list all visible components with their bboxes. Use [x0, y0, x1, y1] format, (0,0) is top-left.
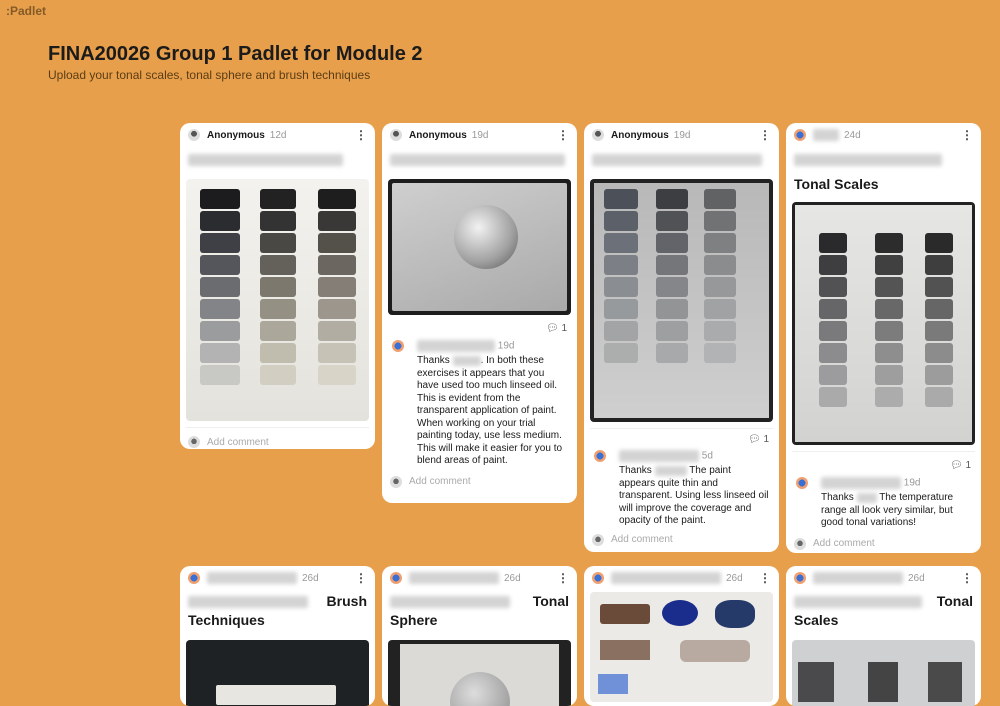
add-comment-input[interactable]: Add comment — [786, 530, 981, 553]
post-card[interactable]: 26d ⋮ Tonal Sphere — [382, 566, 577, 706]
comment-text: . In both these exercises it appears tha… — [417, 355, 563, 467]
add-comment-label: Add comment — [409, 476, 471, 488]
comment-icon: 💬︎ — [747, 434, 761, 445]
anonymous-avatar-icon — [188, 129, 200, 141]
post-time: 26d — [302, 572, 319, 584]
user-avatar-icon — [390, 475, 402, 488]
post-image[interactable] — [792, 640, 975, 706]
more-options-icon[interactable]: ⋮ — [759, 128, 771, 142]
add-comment-input[interactable]: Add comment — [584, 528, 779, 552]
comment-time: 19d — [903, 477, 921, 489]
user-avatar-icon — [592, 533, 604, 546]
author-avatar-icon — [390, 572, 402, 584]
comment-text-pre: Thanks — [821, 492, 854, 504]
more-options-icon[interactable]: ⋮ — [355, 571, 367, 585]
more-options-icon[interactable]: ⋮ — [557, 571, 569, 585]
comment-icon: 💬︎ — [545, 323, 559, 334]
comment-count[interactable]: 💬︎ 1 — [786, 452, 981, 475]
post-card[interactable]: 24d ⋮ Tonal Scales 💬︎ 1 19d Thanks The tem… — [786, 123, 981, 553]
padlet-logo[interactable]: :Padlet — [6, 4, 46, 18]
post-time: 12d — [269, 129, 287, 141]
user-avatar-icon — [794, 537, 806, 550]
board-title: FINA20026 Group 1 Padlet for Module 2 — [48, 43, 423, 65]
comment-text-pre: Thanks — [417, 355, 450, 367]
post-image[interactable] — [388, 640, 571, 706]
post-author: Anonymous — [409, 129, 467, 141]
post-image[interactable] — [388, 179, 571, 315]
board-subtitle: Upload your tonal scales, tonal sphere a… — [48, 68, 371, 82]
post-card[interactable]: 26d ⋮ — [584, 566, 779, 706]
more-options-icon[interactable]: ⋮ — [355, 128, 367, 142]
post-card[interactable]: Anonymous 19d ⋮ 💬︎ 1 5d Thanks The paint ap… — [584, 123, 779, 552]
post-image[interactable] — [186, 640, 369, 706]
post-card[interactable]: Anonymous 12d ⋮ Add comment — [180, 123, 375, 449]
comment-icon: 💬︎ — [949, 460, 963, 471]
comment: 19d Thanks The temperature range all look… — [786, 475, 981, 530]
add-comment-input[interactable]: Add comment — [180, 428, 375, 449]
post-image[interactable] — [590, 592, 773, 702]
post-time: 26d — [504, 572, 521, 584]
comment-count[interactable]: 💬︎ 1 — [382, 315, 577, 338]
user-avatar-icon — [188, 436, 200, 448]
commenter-avatar-icon — [796, 477, 808, 489]
anonymous-avatar-icon — [390, 129, 402, 141]
post-time: 24d — [844, 129, 861, 141]
comment-count[interactable]: 💬︎ 1 — [584, 429, 779, 448]
comment: 19d Thanks . In both these exercises it a… — [382, 338, 577, 468]
commenter-avatar-icon — [392, 340, 404, 352]
post-card[interactable]: 26d ⋮ Brush Techniques — [180, 566, 375, 706]
comment-time: 5d — [701, 450, 713, 462]
post-title-part: Tonal — [532, 593, 569, 609]
anonymous-avatar-icon — [592, 129, 604, 141]
post-time: 26d — [726, 572, 743, 584]
post-title-part: Scales — [794, 612, 839, 628]
comment-count-value: 1 — [561, 323, 567, 334]
author-avatar-icon — [188, 572, 200, 584]
post-author: Anonymous — [611, 129, 669, 141]
post-image[interactable] — [186, 179, 369, 421]
post-card[interactable]: Anonymous 19d ⋮ 💬︎ 1 19d Thanks . In both t… — [382, 123, 577, 503]
comment-time: 19d — [497, 340, 515, 352]
post-title-part: Sphere — [390, 612, 438, 628]
post-card[interactable]: 26d ⋮ Tonal Scales — [786, 566, 981, 706]
add-comment-label: Add comment — [813, 538, 875, 550]
author-avatar-icon — [592, 572, 604, 584]
post-title: Tonal Scales — [786, 590, 981, 632]
more-options-icon[interactable]: ⋮ — [961, 571, 973, 585]
post-time: 19d — [673, 129, 691, 141]
add-comment-label: Add comment — [611, 534, 673, 546]
comment-text-pre: Thanks — [619, 465, 652, 477]
comment-count-value: 1 — [763, 434, 769, 445]
post-time: 26d — [908, 572, 925, 584]
comment-count-value: 1 — [965, 460, 971, 471]
post-title: Brush Techniques — [180, 590, 375, 632]
post-title: Tonal Scales — [794, 176, 879, 192]
post-title-part: Tonal — [936, 593, 973, 609]
commenter-avatar-icon — [594, 450, 606, 462]
more-options-icon[interactable]: ⋮ — [759, 571, 771, 585]
add-comment-label: Add comment — [207, 436, 269, 448]
post-image[interactable] — [590, 179, 773, 422]
comment: 5d Thanks The paint appears quite thin an… — [584, 448, 779, 528]
more-options-icon[interactable]: ⋮ — [557, 128, 569, 142]
add-comment-input[interactable]: Add comment — [382, 468, 577, 496]
more-options-icon[interactable]: ⋮ — [961, 128, 973, 142]
author-avatar-icon — [794, 129, 806, 141]
post-title-part: Techniques — [188, 612, 265, 628]
post-title-part: Brush — [326, 593, 367, 609]
author-avatar-icon — [794, 572, 806, 584]
post-title: Tonal Sphere — [382, 590, 577, 632]
post-image[interactable] — [792, 202, 975, 445]
post-author: Anonymous — [207, 129, 265, 141]
post-time: 19d — [471, 129, 489, 141]
